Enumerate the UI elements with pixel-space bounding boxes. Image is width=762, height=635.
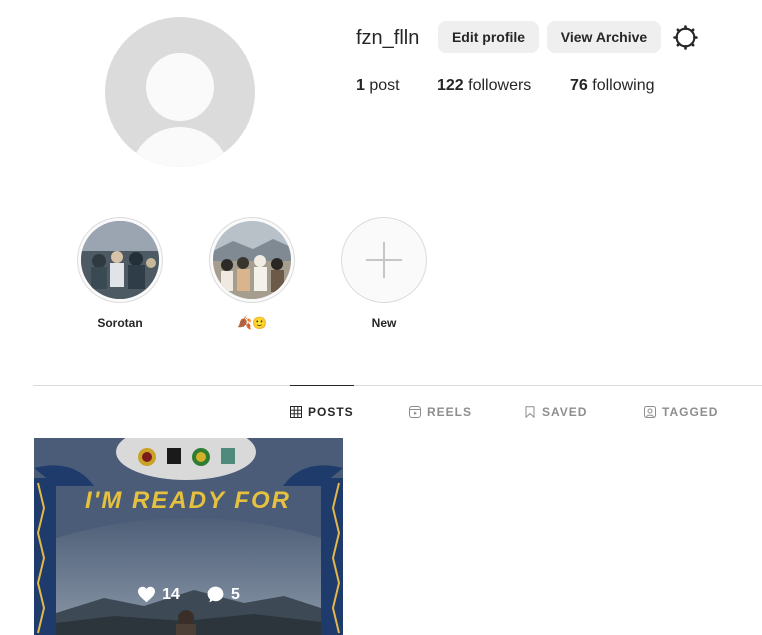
- avatar-placeholder-head: [146, 53, 214, 121]
- tab-label: SAVED: [542, 405, 588, 419]
- highlight-label: 🍂🙂: [237, 316, 267, 330]
- reels-icon: [409, 406, 421, 418]
- following-count-value: 76: [570, 77, 588, 94]
- highlight-ring: [77, 217, 163, 303]
- following-link[interactable]: 76 following: [570, 77, 655, 95]
- settings-gear-icon[interactable]: [673, 25, 698, 50]
- tab-label: REELS: [427, 405, 473, 419]
- plus-icon: [364, 240, 404, 280]
- likes-count: 14: [162, 585, 180, 603]
- followers-link[interactable]: 122 followers: [437, 77, 531, 95]
- grid-icon: [290, 405, 302, 418]
- followers-count-value: 122: [437, 77, 464, 94]
- posts-count-value: 1: [356, 77, 365, 94]
- tab-label: POSTS: [308, 404, 354, 419]
- highlight-sorotan[interactable]: Sorotan: [77, 217, 163, 330]
- profile-avatar[interactable]: [105, 17, 255, 167]
- highlight-cover-image: [213, 221, 291, 299]
- avatar-placeholder-body: [130, 127, 230, 167]
- username: fzn_flln: [356, 27, 420, 49]
- highlight-cover-image: [81, 221, 159, 299]
- heart-icon: [138, 586, 156, 603]
- tab-label: TAGGED: [662, 405, 719, 419]
- highlight-ring: [341, 217, 427, 303]
- view-archive-button[interactable]: View Archive: [547, 21, 661, 53]
- tag-person-icon: [644, 406, 656, 418]
- highlight-label: Sorotan: [97, 316, 143, 330]
- following-count-label: following: [592, 77, 655, 94]
- posts-count: 1 post: [356, 77, 400, 95]
- highlight-ring: [209, 217, 295, 303]
- comments-stat: 5: [206, 585, 240, 604]
- highlight-label: New: [371, 316, 397, 330]
- tab-reels[interactable]: REELS: [409, 386, 472, 438]
- tab-posts[interactable]: POSTS: [290, 385, 354, 437]
- likes-stat: 14: [137, 586, 180, 604]
- highlight-leaf-smile[interactable]: 🍂🙂: [209, 217, 295, 330]
- edit-profile-button[interactable]: Edit profile: [438, 21, 539, 53]
- tab-tagged[interactable]: TAGGED: [644, 386, 718, 438]
- tab-saved[interactable]: SAVED: [524, 386, 587, 438]
- comments-count: 5: [230, 585, 240, 603]
- post-hover-overlay: 14 5: [34, 438, 343, 635]
- post-tile[interactable]: I'M READY FOR 14 5: [34, 438, 343, 635]
- comment-bubble-icon: [207, 586, 224, 603]
- highlight-new[interactable]: New: [341, 217, 427, 330]
- followers-count-label: followers: [468, 77, 532, 94]
- posts-count-label: post: [369, 77, 400, 94]
- bookmark-icon: [525, 406, 535, 418]
